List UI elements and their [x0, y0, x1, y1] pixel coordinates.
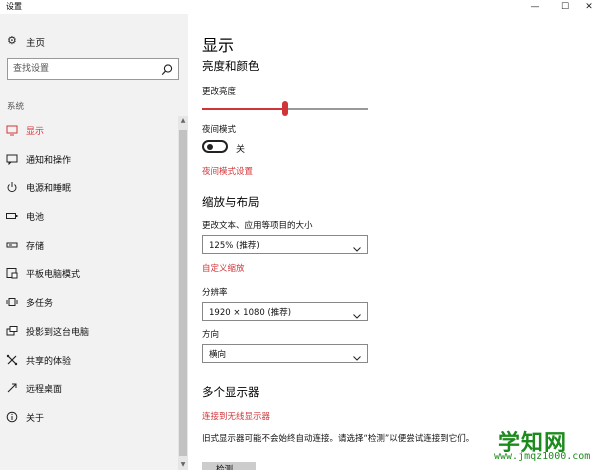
sidebar-item-storage[interactable]: 存储: [0, 231, 178, 260]
night-mode-toggle[interactable]: [202, 140, 228, 153]
scale-label: 更改文本、应用等项目的大小: [202, 221, 313, 231]
sidebar-item-tablet[interactable]: 平板电脑模式: [0, 259, 178, 288]
project-icon: [6, 325, 18, 337]
main-panel: 显示 亮度和颜色 更改亮度 夜间模式 关 夜间模式设置 缩放与布局 更改文本、应…: [188, 14, 600, 470]
night-mode-state: 关: [236, 145, 246, 155]
sidebar-item-label: 多任务: [26, 299, 54, 310]
night-mode-label: 夜间模式: [202, 125, 237, 135]
sidebar-item-share[interactable]: 共享的体验: [0, 346, 178, 375]
info-icon: [6, 411, 18, 423]
sidebar-item-label: 关于: [26, 413, 45, 424]
sidebar-item-label: 投影到这台电脑: [26, 327, 90, 338]
chevron-down-icon: [352, 348, 362, 361]
orientation-label: 方向: [202, 330, 220, 340]
tablet-icon: [6, 267, 18, 279]
remote-icon: [6, 382, 18, 394]
sidebar-item-label: 通知和操作: [26, 155, 72, 166]
sidebar-item-project[interactable]: 投影到这台电脑: [0, 317, 178, 346]
scroll-up-icon[interactable]: ▲: [178, 116, 188, 126]
orientation-dropdown[interactable]: 横向: [202, 344, 368, 363]
monitor-icon: [6, 124, 18, 136]
resolution-value: 1920 × 1080 (推荐): [209, 308, 292, 318]
sidebar-item-about[interactable]: 关于: [0, 403, 178, 432]
chevron-down-icon: [352, 306, 362, 319]
gear-icon: ⚙: [7, 34, 17, 47]
multi-display-section-title: 多个显示器: [202, 385, 260, 399]
sidebar-item-display[interactable]: 显示: [0, 116, 178, 145]
page-title: 显示: [202, 36, 235, 55]
sidebar-item-label: 共享的体验: [26, 356, 72, 367]
home-label: 主页: [26, 38, 46, 49]
sidebar-item-label: 显示: [26, 127, 45, 137]
scrollbar-thumb[interactable]: [179, 130, 187, 456]
toggle-knob: [207, 144, 213, 150]
home-link[interactable]: ⚙ 主页: [0, 32, 188, 52]
resolution-dropdown[interactable]: 1920 × 1080 (推荐): [202, 302, 368, 321]
slider-thumb[interactable]: [282, 101, 288, 116]
message-icon: [6, 153, 18, 165]
section-label: 系统: [7, 102, 25, 112]
sidebar-item-label: 电池: [26, 213, 45, 224]
chevron-down-icon: [352, 239, 362, 252]
resolution-label: 分辨率: [202, 288, 228, 298]
brightness-section-title: 亮度和颜色: [202, 59, 260, 73]
watermark-url: www.jmqz1000.com: [494, 451, 591, 462]
sidebar-item-multitask[interactable]: 多任务: [0, 288, 178, 317]
scale-dropdown[interactable]: 125% (推荐): [202, 235, 368, 254]
sidebar-item-power[interactable]: 电源和睡眠: [0, 173, 178, 202]
sidebar-scrollbar[interactable]: ▲ ▼: [178, 116, 188, 470]
slider-fill: [202, 108, 285, 110]
storage-icon: [6, 239, 18, 251]
minimize-button[interactable]: —: [520, 0, 550, 14]
detect-button-label: 检测: [216, 465, 234, 470]
sidebar-item-battery[interactable]: 电池: [0, 202, 178, 231]
search-icon[interactable]: [161, 62, 173, 76]
battery-icon: [6, 210, 18, 222]
search-input[interactable]: [13, 62, 153, 76]
sidebar-item-notifications[interactable]: 通知和操作: [0, 145, 178, 174]
share-icon: [6, 354, 18, 366]
custom-scale-link[interactable]: 自定义缩放: [202, 262, 245, 274]
night-mode-settings-link[interactable]: 夜间模式设置: [202, 165, 253, 177]
brightness-label: 更改亮度: [202, 87, 237, 97]
detect-button[interactable]: 检测: [202, 462, 256, 470]
sidebar-item-remote[interactable]: 远程桌面: [0, 374, 178, 403]
nav-list: 显示 通知和操作 电源和睡眠 电池 存储 平板电脑模式 多任务 投影到这台电脑: [0, 116, 178, 432]
orientation-value: 横向: [209, 350, 227, 360]
sidebar-item-label: 存储: [26, 241, 45, 252]
power-icon: [6, 181, 18, 193]
multitask-icon: [6, 296, 18, 308]
sidebar-item-label: 电源和睡眠: [26, 184, 72, 195]
scale-value: 125% (推荐): [209, 241, 260, 251]
sidebar: ⚙ 主页 系统 显示 通知和操作 电源和睡眠 电池 存储: [0, 14, 188, 470]
scale-section-title: 缩放与布局: [202, 195, 260, 209]
scroll-down-icon[interactable]: ▼: [178, 460, 188, 470]
wireless-display-link[interactable]: 连接到无线显示器: [202, 410, 270, 422]
sidebar-item-label: 平板电脑模式: [26, 270, 81, 281]
sidebar-item-label: 远程桌面: [26, 385, 63, 396]
brightness-slider[interactable]: [202, 100, 368, 116]
close-button[interactable]: ✕: [574, 0, 600, 14]
search-box[interactable]: [7, 58, 179, 80]
legacy-display-text: 旧式显示器可能不会始终自动连接。请选择“检测”以便尝试连接到它们。: [202, 434, 475, 444]
title-bar: 设置 — ☐ ✕: [0, 0, 600, 14]
site-watermark: 学知网 www.jmqz1000.com: [490, 425, 598, 469]
window-title: 设置: [6, 2, 22, 11]
